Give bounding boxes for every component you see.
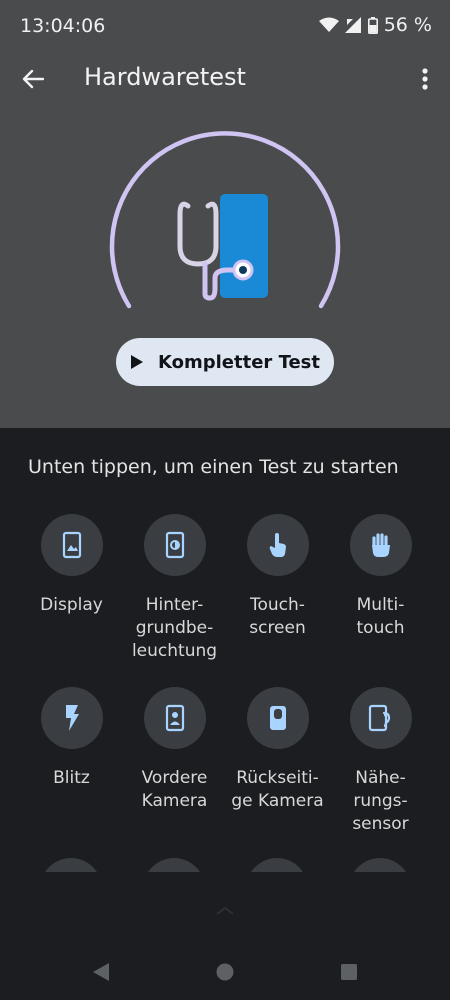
status-bar: 13:04:06 56 % [0,0,450,54]
test-tile-display[interactable]: Display [20,514,123,617]
stethoscope-phone-icon [177,194,268,301]
test-label: Multi- touch [356,595,405,638]
test-tile-multitouch[interactable]: Multi- touch [329,514,432,640]
touch-icon [246,514,309,576]
hint-text: Unten tippen, um einen Test zu starten [28,456,399,478]
battery-icon [367,16,378,34]
test-tile-partial[interactable] [246,858,308,872]
test-label: Touch- screen [249,595,306,638]
test-tile-touchscreen[interactable]: Touch- screen [226,514,329,640]
test-label: Vordere Kamera [141,768,208,811]
proximity-sensor-icon [349,687,412,749]
nav-back-button[interactable] [92,962,110,982]
test-label: Display [40,595,103,615]
gauge-graphic [109,131,341,309]
arrow-back-icon [22,69,44,89]
test-tile-partial[interactable] [40,858,102,872]
test-label: Nähe- rungs- sensor [352,768,409,834]
test-tile-proximity-sensor[interactable]: Nähe- rungs- sensor [329,687,432,836]
nav-recents-button[interactable] [341,964,357,980]
overflow-menu-button[interactable] [412,60,438,98]
page-title: Hardwaretest [84,63,246,91]
play-icon [131,355,143,369]
more-vert-icon [422,68,428,90]
chevron-up-icon [216,906,234,915]
status-time: 13:04:06 [20,15,106,37]
app-bar: Hardwaretest [0,54,450,104]
test-tile-front-camera[interactable]: Vordere Kamera [123,687,226,813]
test-tile-backlight[interactable]: Hinter- grundbe- leuchtung [123,514,226,663]
system-nav-bar [0,945,450,1000]
status-icons: 56 % [318,14,432,36]
wifi-icon [318,17,339,32]
full-test-label: Kompletter Test [158,351,320,373]
full-test-button[interactable]: Kompletter Test [116,338,334,386]
battery-percent: 56 % [383,14,432,36]
display-icon [40,514,103,576]
multitouch-icon [349,514,412,576]
test-tile-rear-camera[interactable]: Rückseiti- ge Kamera [226,687,329,813]
test-label: Blitz [53,768,90,788]
test-tile-partial[interactable] [349,858,411,872]
backlight-icon [143,514,206,576]
rear-camera-icon [246,687,309,749]
cell-signal-icon [344,17,361,33]
back-button[interactable] [14,60,52,98]
test-tile-partial[interactable] [143,858,205,872]
front-camera-icon [143,687,206,749]
test-label: Rückseiti- ge Kamera [231,768,324,811]
flash-icon [40,687,103,749]
test-label: Hinter- grundbe- leuchtung [131,595,218,661]
test-tile-flash[interactable]: Blitz [20,687,123,790]
nav-home-button[interactable] [216,963,234,981]
